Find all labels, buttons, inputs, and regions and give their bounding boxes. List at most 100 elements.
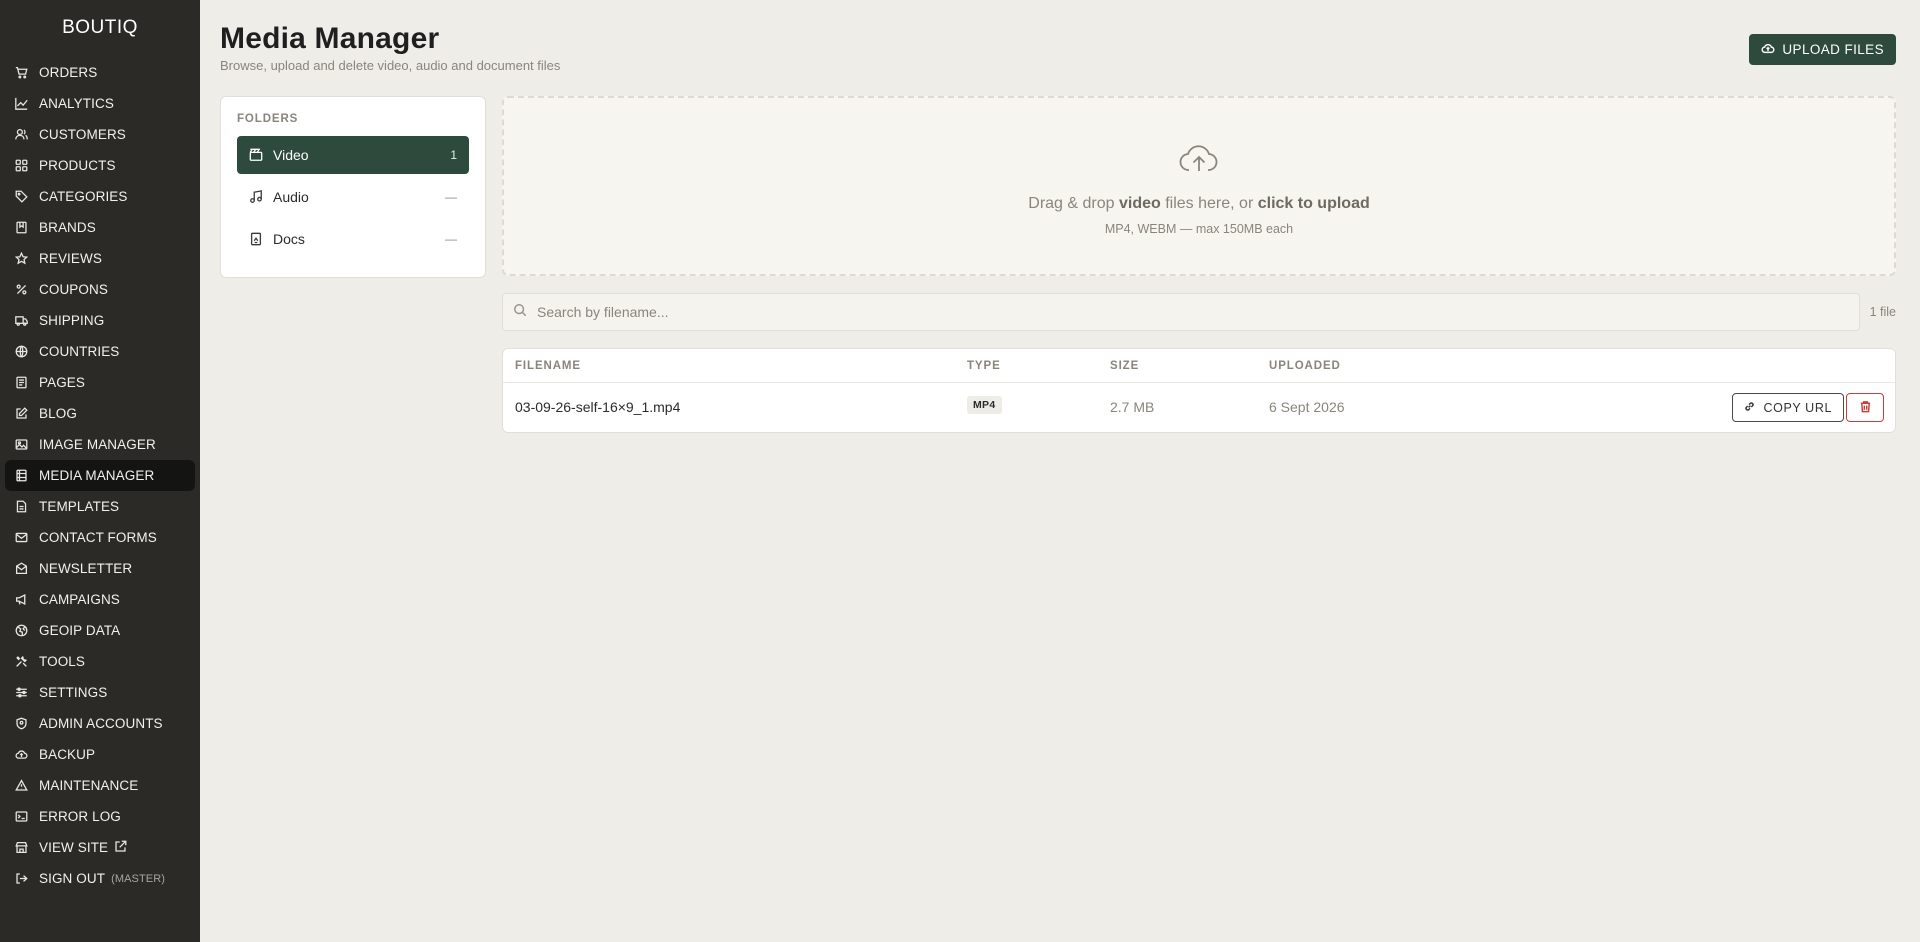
file-name: 03-09-26-self-16×9_1.mp4 bbox=[515, 399, 681, 415]
video-folder-icon bbox=[249, 148, 273, 162]
sliders-icon bbox=[14, 685, 29, 700]
sidebar-item-label: MAINTENANCE bbox=[39, 778, 139, 793]
triangle-icon bbox=[14, 778, 29, 793]
music-note-icon bbox=[249, 190, 273, 204]
sidebar-item-label: ORDERS bbox=[39, 65, 98, 80]
megaphone-icon bbox=[14, 592, 29, 607]
document-icon bbox=[249, 232, 273, 246]
delete-file-button[interactable] bbox=[1846, 393, 1884, 422]
sidebar-item-coupons[interactable]: COUPONS bbox=[5, 274, 195, 305]
upload-dropzone[interactable]: Drag & drop video files here, or click t… bbox=[502, 96, 1896, 276]
shield-icon bbox=[14, 716, 29, 731]
sidebar-item-label: NEWSLETTER bbox=[39, 561, 133, 576]
sidebar-item-label: BRANDS bbox=[39, 220, 96, 235]
link-icon bbox=[1744, 401, 1764, 415]
sidebar-item-products[interactable]: PRODUCTS bbox=[5, 150, 195, 181]
sidebar-item-label: CUSTOMERS bbox=[39, 127, 126, 142]
cloud-upload-icon bbox=[1761, 41, 1782, 58]
search-icon bbox=[513, 303, 537, 322]
sidebar-item-admin-accounts[interactable]: ADMIN ACCOUNTS bbox=[5, 708, 195, 739]
folder-video[interactable]: Video 1 bbox=[237, 136, 469, 174]
sidebar-item-label: PRODUCTS bbox=[39, 158, 116, 173]
grid-icon bbox=[14, 158, 29, 173]
truck-icon bbox=[14, 313, 29, 328]
sidebar-item-label: SIGN OUT bbox=[39, 871, 106, 886]
sidebar-item-brands[interactable]: BRANDS bbox=[5, 212, 195, 243]
sidebar-item-label: VIEW SITE bbox=[39, 840, 109, 855]
folders-title: FOLDERS bbox=[237, 113, 299, 125]
folder-label: Docs bbox=[273, 231, 305, 247]
sidebar-item-analytics[interactable]: ANALYTICS bbox=[5, 88, 195, 119]
file-type-badge: MP4 bbox=[967, 396, 1002, 414]
sidebar-item-view-site[interactable]: VIEW SITE bbox=[5, 832, 195, 863]
folder-label: Audio bbox=[273, 189, 309, 205]
sidebar-item-campaigns[interactable]: CAMPAIGNS bbox=[5, 584, 195, 615]
sidebar-item-orders[interactable]: ORDERS bbox=[5, 57, 195, 88]
search-input[interactable] bbox=[537, 304, 1859, 320]
sidebar-item-error-log[interactable]: ERROR LOG bbox=[5, 801, 195, 832]
sidebar-item-backup[interactable]: BACKUP bbox=[5, 739, 195, 770]
click-to-upload-link[interactable]: click to upload bbox=[1258, 195, 1370, 212]
sidebar-item-label: SETTINGS bbox=[39, 685, 108, 700]
sidebar-item-image-manager[interactable]: IMAGE MANAGER bbox=[5, 429, 195, 460]
sidebar-item-customers[interactable]: CUSTOMERS bbox=[5, 119, 195, 150]
sign-out-icon bbox=[14, 871, 29, 886]
mail-icon bbox=[14, 530, 29, 545]
page-title: Media Manager bbox=[220, 22, 440, 55]
sidebar-item-label: ANALYTICS bbox=[39, 96, 114, 111]
brand-logo[interactable]: BOUTIQ bbox=[0, 0, 200, 56]
upload-files-button[interactable]: UPLOAD FILES bbox=[1749, 34, 1896, 65]
sidebar-item-shipping[interactable]: SHIPPING bbox=[5, 305, 195, 336]
upload-files-label: UPLOAD FILES bbox=[1782, 42, 1884, 57]
sidebar-item-settings[interactable]: SETTINGS bbox=[5, 677, 195, 708]
sidebar-item-label: PAGES bbox=[39, 375, 86, 390]
sidebar-item-contact-forms[interactable]: CONTACT FORMS bbox=[5, 522, 195, 553]
sidebar-item-label: COUNTRIES bbox=[39, 344, 120, 359]
file-count: 1 file bbox=[1869, 305, 1896, 319]
sidebar-item-label: REVIEWS bbox=[39, 251, 102, 266]
sidebar-item-maintenance[interactable]: MAINTENANCE bbox=[5, 770, 195, 801]
sidebar-nav: ORDERS ANALYTICS CUSTOMERS PRODUCTS CATE… bbox=[0, 57, 200, 894]
dropzone-hint: MP4, WEBM — max 150MB each bbox=[1104, 222, 1294, 236]
sidebar-item-pages[interactable]: PAGES bbox=[5, 367, 195, 398]
sidebar-item-categories[interactable]: CATEGORIES bbox=[5, 181, 195, 212]
column-header-uploaded: UPLOADED bbox=[1269, 360, 1341, 372]
folder-count: — bbox=[445, 232, 457, 246]
store-icon bbox=[14, 840, 29, 855]
trash-icon bbox=[1859, 400, 1872, 416]
sidebar-item-label: TOOLS bbox=[39, 654, 86, 669]
sign-out-account-tag: (MASTER) bbox=[111, 872, 166, 885]
sidebar-item-blog[interactable]: BLOG bbox=[5, 398, 195, 429]
inbox-icon bbox=[14, 561, 29, 576]
image-icon bbox=[14, 437, 29, 452]
edit-icon bbox=[14, 406, 29, 421]
sidebar-item-media-manager[interactable]: MEDIA MANAGER bbox=[5, 460, 195, 491]
sidebar-item-label: TEMPLATES bbox=[39, 499, 120, 514]
percent-icon bbox=[14, 282, 29, 297]
sidebar-item-countries[interactable]: COUNTRIES bbox=[5, 336, 195, 367]
sidebar-item-label: ERROR LOG bbox=[39, 809, 121, 824]
sidebar-item-templates[interactable]: TEMPLATES bbox=[5, 491, 195, 522]
globe-icon bbox=[14, 344, 29, 359]
sidebar-item-reviews[interactable]: REVIEWS bbox=[5, 243, 195, 274]
cart-icon bbox=[14, 65, 29, 80]
film-icon bbox=[14, 468, 29, 483]
table-row: 03-09-26-self-16×9_1.mp4 MP4 2.7 MB 6 Se… bbox=[503, 383, 1895, 433]
sidebar-item-newsletter[interactable]: NEWSLETTER bbox=[5, 553, 195, 584]
cloud-upload-icon bbox=[1177, 98, 1221, 181]
folder-audio[interactable]: Audio — bbox=[237, 178, 469, 216]
bookmark-icon bbox=[14, 220, 29, 235]
sidebar-item-geoip-data[interactable]: GEOIP DATA bbox=[5, 615, 195, 646]
copy-url-button[interactable]: COPY URL bbox=[1731, 393, 1844, 422]
sidebar-item-tools[interactable]: TOOLS bbox=[5, 646, 195, 677]
copy-url-label: COPY URL bbox=[1763, 400, 1832, 415]
sidebar-item-sign-out[interactable]: SIGN OUT (MASTER) bbox=[5, 863, 195, 894]
file-size: 2.7 MB bbox=[1110, 399, 1155, 415]
column-header-filename: FILENAME bbox=[515, 360, 581, 372]
folders-panel: FOLDERS Video 1 Audio — Docs — bbox=[220, 96, 486, 278]
folder-docs[interactable]: Docs — bbox=[237, 220, 469, 258]
globe-pin-icon bbox=[14, 623, 29, 638]
sidebar-item-label: COUPONS bbox=[39, 282, 108, 297]
page-icon bbox=[14, 375, 29, 390]
sidebar-item-label: BACKUP bbox=[39, 747, 96, 762]
